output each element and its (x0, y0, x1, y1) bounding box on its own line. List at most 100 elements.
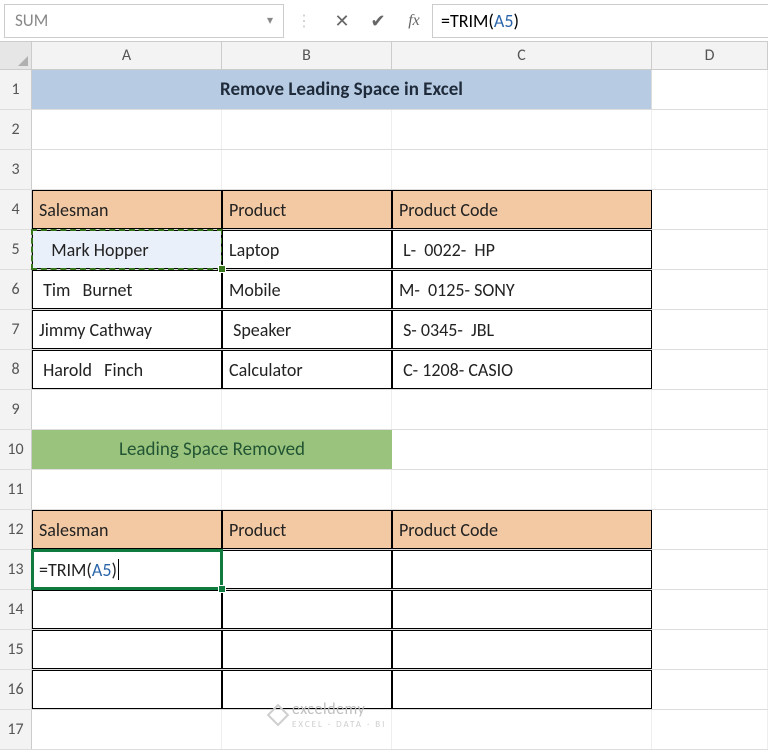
header-code[interactable]: Product Code (392, 190, 652, 229)
row-header[interactable]: 6 (0, 270, 32, 309)
header-code[interactable]: Product Code (392, 510, 652, 549)
header-salesman[interactable]: Salesman (32, 510, 222, 549)
cell[interactable]: Tim Burnet (32, 270, 222, 309)
cell[interactable] (652, 590, 768, 629)
cell[interactable] (652, 110, 768, 149)
confirm-icon[interactable]: ✔ (360, 4, 396, 38)
cell[interactable] (222, 150, 392, 189)
header-product[interactable]: Product (222, 190, 392, 229)
cell[interactable] (652, 630, 768, 669)
cancel-icon[interactable]: ✕ (324, 4, 360, 38)
row-3: 3 (0, 150, 768, 190)
cell[interactable]: M- 0125- SONY (392, 270, 652, 309)
fx-icon[interactable]: fx (396, 4, 432, 38)
name-box-value: SUM (15, 10, 48, 31)
row-13: 13 =TRIM(A5) (0, 550, 768, 590)
col-header-b[interactable]: B (222, 42, 392, 69)
cell[interactable] (32, 470, 222, 509)
cell[interactable] (652, 550, 768, 589)
cell[interactable] (222, 550, 392, 589)
cell-a5[interactable]: Mark Hopper (32, 230, 222, 269)
cell[interactable]: S- 0345- JBL (392, 310, 652, 349)
col-header-d[interactable]: D (652, 42, 768, 69)
row-header[interactable]: 11 (0, 470, 32, 509)
cell[interactable] (222, 630, 392, 669)
cell[interactable] (222, 390, 392, 429)
cell[interactable] (32, 390, 222, 429)
header-salesman[interactable]: Salesman (32, 190, 222, 229)
row-header[interactable]: 4 (0, 190, 32, 229)
cell-value: Speaker (229, 319, 291, 341)
name-box[interactable]: SUM ▾ (4, 4, 284, 38)
cell[interactable] (392, 670, 652, 709)
row-header[interactable]: 13 (0, 550, 32, 589)
cell[interactable]: Jimmy Cathway (32, 310, 222, 349)
cell[interactable] (652, 510, 768, 549)
cell[interactable]: Mobile (222, 270, 392, 309)
cell[interactable] (392, 150, 652, 189)
cell-a13-editing[interactable]: =TRIM(A5) (32, 550, 222, 589)
col-header-c[interactable]: C (392, 42, 652, 69)
cell[interactable] (652, 190, 768, 229)
cell[interactable] (392, 390, 652, 429)
cell[interactable] (392, 590, 652, 629)
row-header[interactable]: 17 (0, 710, 32, 749)
dropdown-icon[interactable]: ▾ (267, 13, 273, 28)
row-header[interactable]: 15 (0, 630, 32, 669)
cell[interactable] (652, 150, 768, 189)
cell[interactable] (392, 710, 652, 749)
cell[interactable] (32, 630, 222, 669)
cell[interactable] (652, 230, 768, 269)
selection-handle[interactable] (218, 265, 226, 273)
col-header-a[interactable]: A (32, 42, 222, 69)
cell[interactable] (652, 350, 768, 389)
cell[interactable]: L- 0022- HP (392, 230, 652, 269)
cell[interactable] (222, 110, 392, 149)
row-header[interactable]: 9 (0, 390, 32, 429)
cell[interactable] (392, 550, 652, 589)
cell[interactable]: Harold Finch (32, 350, 222, 389)
cell[interactable] (652, 310, 768, 349)
cell[interactable] (652, 390, 768, 429)
cell[interactable] (652, 710, 768, 749)
cell[interactable] (32, 710, 222, 749)
cell[interactable] (32, 590, 222, 629)
cell[interactable] (652, 470, 768, 509)
cell[interactable] (392, 110, 652, 149)
header-product[interactable]: Product (222, 510, 392, 549)
cell[interactable]: Speaker (222, 310, 392, 349)
cell[interactable] (222, 590, 392, 629)
cell[interactable] (392, 470, 652, 509)
row-header[interactable]: 1 (0, 70, 32, 109)
row-header[interactable]: 5 (0, 230, 32, 269)
row-header[interactable]: 2 (0, 110, 32, 149)
row-header[interactable]: 12 (0, 510, 32, 549)
cell[interactable]: Laptop (222, 230, 392, 269)
cell[interactable] (392, 430, 652, 469)
formula-suffix: ) (513, 10, 518, 32)
formula-input[interactable]: =TRIM(A5) (432, 4, 768, 38)
cell[interactable] (392, 630, 652, 669)
cell[interactable]: Calculator (222, 350, 392, 389)
select-all-corner[interactable] (0, 42, 32, 69)
row-header[interactable]: 8 (0, 350, 32, 389)
cell[interactable] (32, 110, 222, 149)
row-header[interactable]: 10 (0, 430, 32, 469)
subtitle[interactable]: Leading Space Removed (32, 430, 392, 469)
row-header[interactable]: 3 (0, 150, 32, 189)
cell[interactable] (652, 70, 768, 109)
fill-handle[interactable] (218, 585, 226, 593)
cell[interactable] (32, 670, 222, 709)
cell[interactable] (32, 150, 222, 189)
row-header[interactable]: 14 (0, 590, 32, 629)
cell[interactable]: C- 1208- CASIO (392, 350, 652, 389)
row-12: 12 Salesman Product Product Code (0, 510, 768, 550)
cell[interactable] (222, 470, 392, 509)
cell[interactable] (652, 670, 768, 709)
separator-icon: ⋮ (284, 11, 324, 31)
row-header[interactable]: 7 (0, 310, 32, 349)
cell[interactable] (652, 430, 768, 469)
page-title[interactable]: Remove Leading Space in Excel (32, 70, 652, 109)
row-header[interactable]: 16 (0, 670, 32, 709)
cell[interactable] (652, 270, 768, 309)
